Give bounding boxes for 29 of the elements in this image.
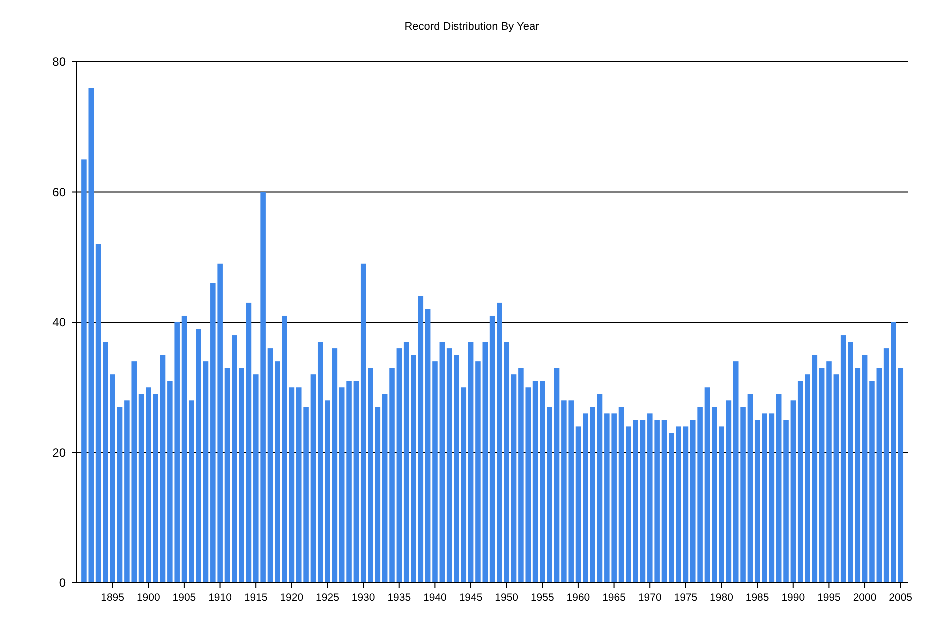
- axis-label: 60: [52, 185, 66, 200]
- axis-label: 20: [52, 446, 66, 460]
- axis-label: 1900: [136, 592, 160, 604]
- axis-label: 1975: [674, 592, 698, 604]
- axis-label: 1910: [208, 592, 232, 604]
- axis-label: 1925: [316, 592, 340, 604]
- axis-label: 1985: [746, 592, 770, 604]
- axis-label: 1965: [602, 592, 626, 604]
- axis-label: 40: [52, 316, 66, 330]
- axis-label: 1955: [530, 592, 554, 604]
- axis-label: 1970: [638, 592, 662, 604]
- axis-label: 2005: [889, 592, 913, 604]
- axis-label: 1960: [566, 592, 590, 604]
- axis-label: 0: [59, 576, 66, 590]
- axis-label: 2000: [853, 592, 877, 604]
- axis-label: 1950: [495, 592, 518, 604]
- axis-label: 1995: [818, 592, 841, 604]
- axis-label: 1915: [244, 592, 268, 604]
- axis-label: 1940: [424, 592, 447, 604]
- axis-label: 1905: [172, 592, 196, 604]
- axis-label: 1935: [388, 592, 412, 604]
- axis-label: 1980: [710, 592, 734, 604]
- axis-label: 1945: [459, 592, 483, 604]
- chart-title: Record Distribution By Year: [404, 21, 540, 33]
- axis-label: 1990: [782, 592, 806, 604]
- axis-label: 1920: [280, 592, 304, 604]
- axis-label: 1930: [352, 592, 376, 604]
- axis-label: 1895: [101, 592, 124, 604]
- axis-label: 80: [52, 55, 66, 69]
